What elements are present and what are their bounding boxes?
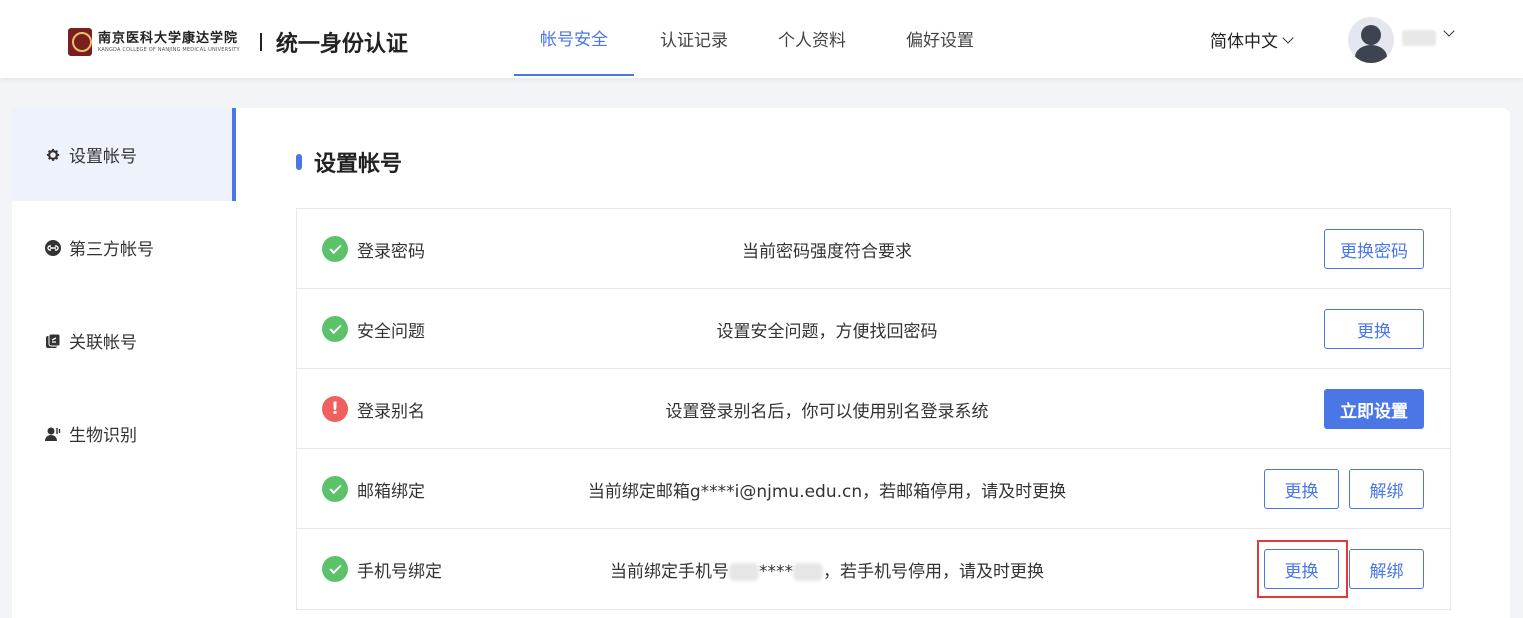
language-label: 简体中文 [1210,32,1278,52]
sidebar-item-label: 关联帐号 [69,333,137,353]
change-security-question-button[interactable]: 更换 [1324,309,1424,349]
sidebar: 设置帐号 第三方帐号 关联帐号 生物识别 [12,108,236,618]
page-title: 设置帐号 [296,146,402,178]
sidebar-item-third-party-accounts[interactable]: 第三方帐号 [12,201,236,294]
row-description: 当前绑定邮箱g****i@njmu.edu.cn，若邮箱停用，请及时更换 [587,482,1067,502]
exclamation-circle-icon: ! [322,396,348,422]
nav-tab-auth-records[interactable]: 认证记录 [634,0,754,76]
system-title: 统一身份认证 [275,32,408,57]
sidebar-item-label: 第三方帐号 [69,240,154,260]
check-circle-icon [322,476,348,502]
row-label: 安全问题 [357,322,425,342]
row-description: 设置安全问题，方便找回密码 [716,322,938,342]
logo-divider [259,33,262,51]
sidebar-item-label: 设置帐号 [69,147,137,167]
logo-chinese-name: 南京医科大学康达学院 [98,30,239,46]
logo[interactable]: 南京医科大学康达学院 KANGDA COLLEGE OF NANJING MED… [68,26,408,58]
row-description: 当前绑定手机号 **** ，若手机号停用，请及时更换 [610,562,1044,582]
sidebar-item-account-settings[interactable]: 设置帐号 [12,108,236,201]
list-item-login-alias: ! 登录别名 设置登录别名后，你可以使用别名登录系统 立即设置 [297,369,1450,449]
main-nav: 帐号安全 认证记录 个人资料 偏好设置 [514,0,1010,78]
list-item-login-password: 登录密码 当前密码强度符合要求 更换密码 [297,209,1450,289]
link-icon [45,239,61,256]
chevron-down-icon [1282,31,1294,44]
sidebar-item-linked-accounts[interactable]: 关联帐号 [12,294,236,387]
linked-account-icon [45,333,61,349]
nav-tab-profile[interactable]: 个人资料 [754,0,870,76]
logo-english-name: KANGDA COLLEGE OF NANJING MEDICAL UNIVER… [98,46,240,53]
user-biometric-icon [45,426,61,442]
set-alias-now-button[interactable]: 立即设置 [1324,389,1424,429]
university-emblem-icon [68,28,92,56]
avatar[interactable] [1348,17,1394,63]
user-menu-chevron-down-icon[interactable] [1443,25,1455,37]
redacted-phone-part [793,563,823,581]
nav-tab-preferences[interactable]: 偏好设置 [870,0,1010,76]
highlight-box [1257,540,1348,598]
sidebar-item-label: 生物识别 [69,426,137,446]
row-label: 手机号绑定 [357,562,442,582]
nav-tab-account-security[interactable]: 帐号安全 [514,0,634,76]
redacted-phone-part [729,563,759,581]
list-item-security-question: 安全问题 设置安全问题，方便找回密码 更换 [297,289,1450,369]
list-item-email-binding: 邮箱绑定 当前绑定邮箱g****i@njmu.edu.cn，若邮箱停用，请及时更… [297,449,1450,529]
unbind-email-button[interactable]: 解绑 [1349,469,1424,509]
row-label: 登录密码 [357,242,425,262]
check-circle-icon [322,236,348,262]
row-description: 当前密码强度符合要求 [742,242,912,262]
row-label: 登录别名 [357,402,425,422]
row-description: 设置登录别名后，你可以使用别名登录系统 [665,402,989,422]
sidebar-item-biometrics[interactable]: 生物识别 [12,387,236,480]
gear-icon [45,147,61,163]
main-panel: 设置帐号 登录密码 当前密码强度符合要求 更换密码 安全问题 设置安全问题，方便… [236,108,1510,618]
title-accent-bar [296,154,302,170]
unbind-phone-button[interactable]: 解绑 [1349,549,1424,589]
check-circle-icon [322,316,348,342]
change-password-button[interactable]: 更换密码 [1324,229,1424,269]
top-header: 南京医科大学康达学院 KANGDA COLLEGE OF NANJING MED… [0,0,1523,78]
row-label: 邮箱绑定 [357,482,425,502]
username-redacted[interactable] [1402,30,1436,46]
change-email-button[interactable]: 更换 [1264,469,1339,509]
language-selector[interactable]: 简体中文 [1210,27,1294,52]
check-circle-icon [322,556,348,582]
